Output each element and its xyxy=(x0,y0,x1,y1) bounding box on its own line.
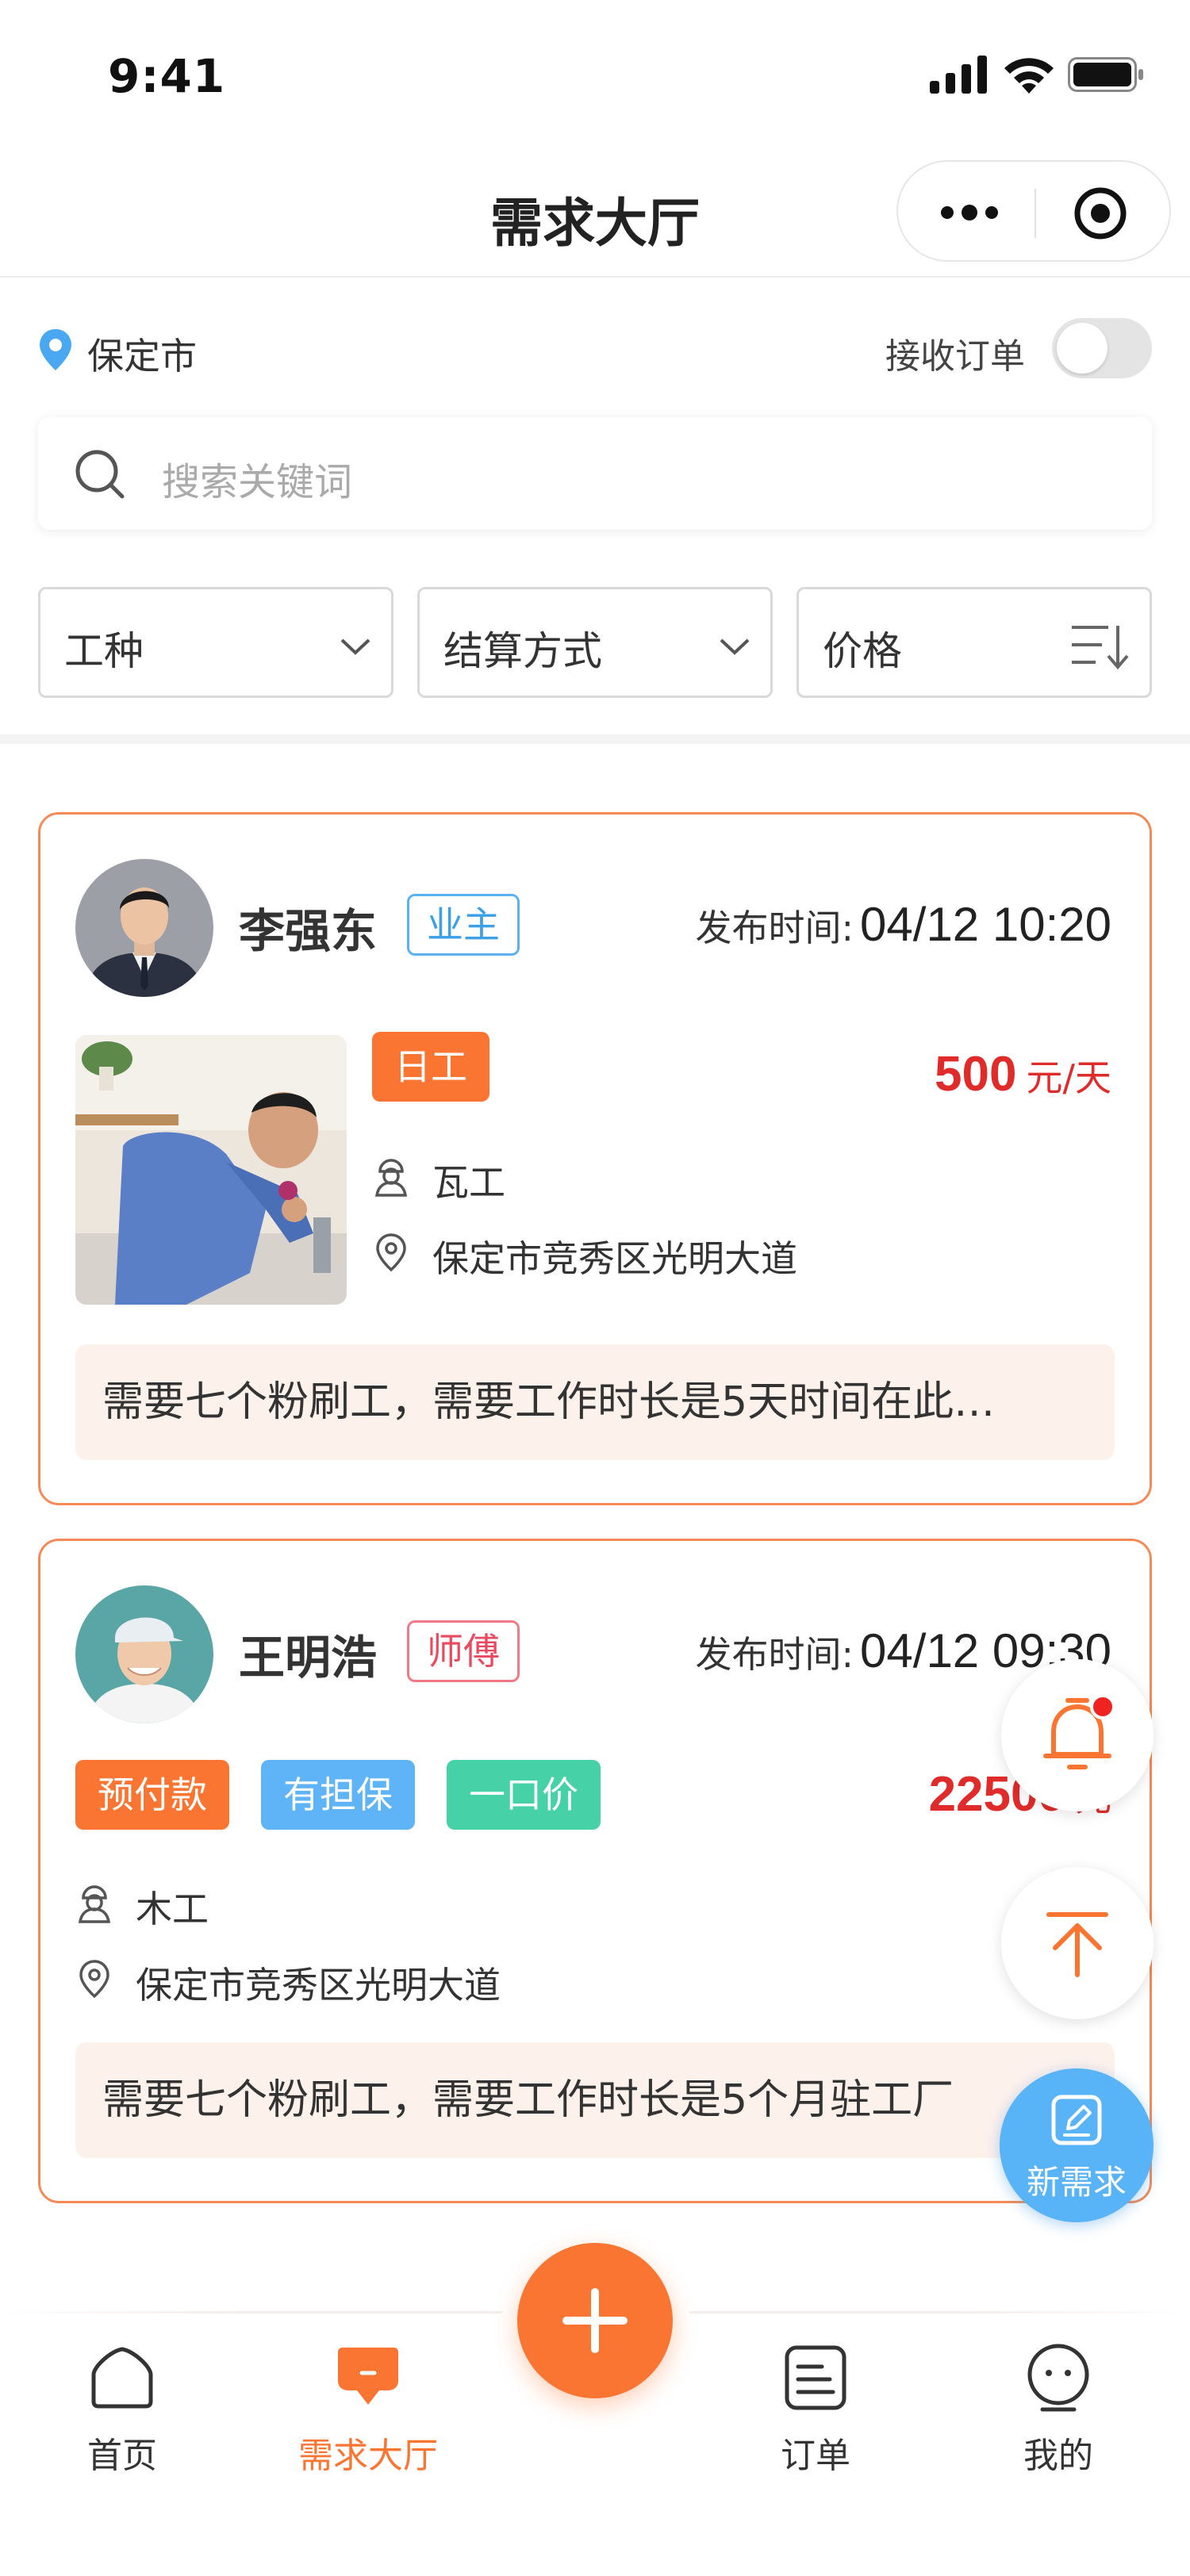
close-target-icon[interactable] xyxy=(1073,186,1128,241)
demand-card[interactable]: 王明浩 师傅 发布时间: 04/12 09:30 预付款 有担保 一口价 2250… xyxy=(38,1539,1152,2203)
price-unit: 元/天 xyxy=(1026,1056,1112,1099)
trade-row: 木工 xyxy=(75,1879,710,1930)
home-icon xyxy=(91,2347,153,2409)
new-demand-button[interactable]: 新需求 xyxy=(1000,2068,1154,2222)
wifi-icon xyxy=(1004,58,1054,94)
publish-time-label: 发布时间: xyxy=(695,1633,854,1676)
location-outline-icon xyxy=(376,1233,406,1272)
address-row: 保定市竞秀区光明大道 xyxy=(75,1955,789,2007)
address-text: 保定市竞秀区光明大道 xyxy=(136,1964,501,2007)
publish-time-value: 04/12 10:20 xyxy=(860,898,1111,951)
worker-icon xyxy=(78,1885,111,1923)
trade-row: 瓦工 xyxy=(372,1152,1007,1204)
location-outline-icon xyxy=(79,1960,109,1999)
search-bar[interactable]: 搜索关键词 xyxy=(38,417,1152,530)
publish-time-label: 发布时间: xyxy=(695,907,854,949)
back-to-top-button[interactable] xyxy=(1001,1867,1154,2019)
role-badge: 师傅 xyxy=(407,1620,520,1682)
tab-label: 订单 xyxy=(781,2436,850,2476)
publish-time: 发布时间: 04/12 10:20 xyxy=(696,897,1111,952)
tab-orders[interactable]: 订单 xyxy=(736,2327,895,2486)
filter-price[interactable]: 价格 xyxy=(797,587,1152,698)
tab-profile[interactable]: 我的 xyxy=(979,2327,1138,2486)
capsule-divider xyxy=(1035,189,1036,238)
worker-icon xyxy=(374,1159,408,1197)
tag-prepaid: 预付款 xyxy=(75,1760,229,1830)
city-selector[interactable]: 保定市 xyxy=(87,328,197,380)
location-row: 保定市 接收订单 xyxy=(0,313,1190,385)
filter-label: 结算方式 xyxy=(443,628,602,674)
tab-label: 首页 xyxy=(87,2436,157,2476)
page: 9:41 需求大厅 保定市 接收订单 搜索关键词 工种 结算方式 价格 李强东 … xyxy=(0,0,1190,2576)
signal-icon xyxy=(930,56,987,94)
status-time: 9:41 xyxy=(108,49,226,103)
avatar xyxy=(75,859,213,997)
tag-fixed-price: 一口价 xyxy=(447,1760,601,1830)
more-icon[interactable] xyxy=(938,197,1001,228)
tab-bar: 首页 需求大厅 订单 我的 xyxy=(0,2243,1190,2576)
search-icon xyxy=(75,450,125,499)
filter-label: 工种 xyxy=(64,628,144,674)
publisher-name: 王明浩 xyxy=(239,1631,378,1685)
receive-order-toggle[interactable] xyxy=(1052,318,1152,378)
nav-bar: 需求大厅 xyxy=(0,151,1190,278)
address-text: 保定市竞秀区光明大道 xyxy=(432,1237,797,1280)
trade-name: 瓦工 xyxy=(432,1161,505,1204)
mini-program-capsule xyxy=(896,160,1171,262)
profile-icon xyxy=(1027,2344,1089,2412)
toggle-knob xyxy=(1057,323,1107,374)
arrow-up-to-top-icon xyxy=(1046,1912,1108,1977)
chevron-down-icon xyxy=(340,638,370,655)
publish-plus-button[interactable] xyxy=(517,2243,673,2398)
address-row: 保定市竞秀区光明大道 xyxy=(372,1229,1086,1280)
sort-icon xyxy=(1072,626,1129,670)
filter-label: 价格 xyxy=(823,628,902,674)
filter-settlement[interactable]: 结算方式 xyxy=(417,587,773,698)
demand-card[interactable]: 李强东 业主 发布时间: 04/12 10:20 日工 500 元/天 瓦工 保… xyxy=(38,812,1152,1505)
tag-guaranteed: 有担保 xyxy=(261,1760,415,1830)
plus-icon xyxy=(562,2288,628,2353)
new-demand-label: 新需求 xyxy=(1026,2163,1127,2202)
filter-trade[interactable]: 工种 xyxy=(38,587,393,698)
demand-description: 需要七个粉刷工，需要工作时长是5个月驻工厂 xyxy=(75,2042,1115,2158)
job-photo xyxy=(75,1035,347,1305)
hall-icon xyxy=(338,2348,398,2405)
chevron-down-icon xyxy=(720,638,750,655)
search-input[interactable]: 搜索关键词 xyxy=(162,450,352,506)
edit-icon xyxy=(1051,2095,1102,2145)
notification-button[interactable] xyxy=(1001,1659,1154,1811)
avatar xyxy=(75,1585,213,1723)
tab-home[interactable]: 首页 xyxy=(43,2327,202,2486)
notification-dot xyxy=(1090,1694,1115,1719)
demand-description: 需要七个粉刷工，需要工作时长是5天时间在此… xyxy=(75,1344,1115,1460)
tab-label: 需求大厅 xyxy=(298,2436,438,2476)
trade-name: 木工 xyxy=(136,1888,209,1930)
role-badge: 业主 xyxy=(407,894,520,956)
price: 500 元/天 xyxy=(935,1046,1111,1102)
tag-daily-work: 日工 xyxy=(372,1032,489,1102)
location-pin-icon xyxy=(40,329,71,370)
section-divider xyxy=(0,734,1190,744)
tab-label: 我的 xyxy=(1023,2436,1093,2476)
status-bar: 9:41 xyxy=(0,0,1190,151)
publisher-name: 李强东 xyxy=(239,904,378,958)
tab-demand-hall[interactable]: 需求大厅 xyxy=(289,2327,447,2486)
receive-order-label: 接收订单 xyxy=(885,336,1025,377)
order-icon xyxy=(785,2345,846,2410)
price-value: 500 xyxy=(935,1047,1017,1102)
battery-icon xyxy=(1068,57,1143,92)
